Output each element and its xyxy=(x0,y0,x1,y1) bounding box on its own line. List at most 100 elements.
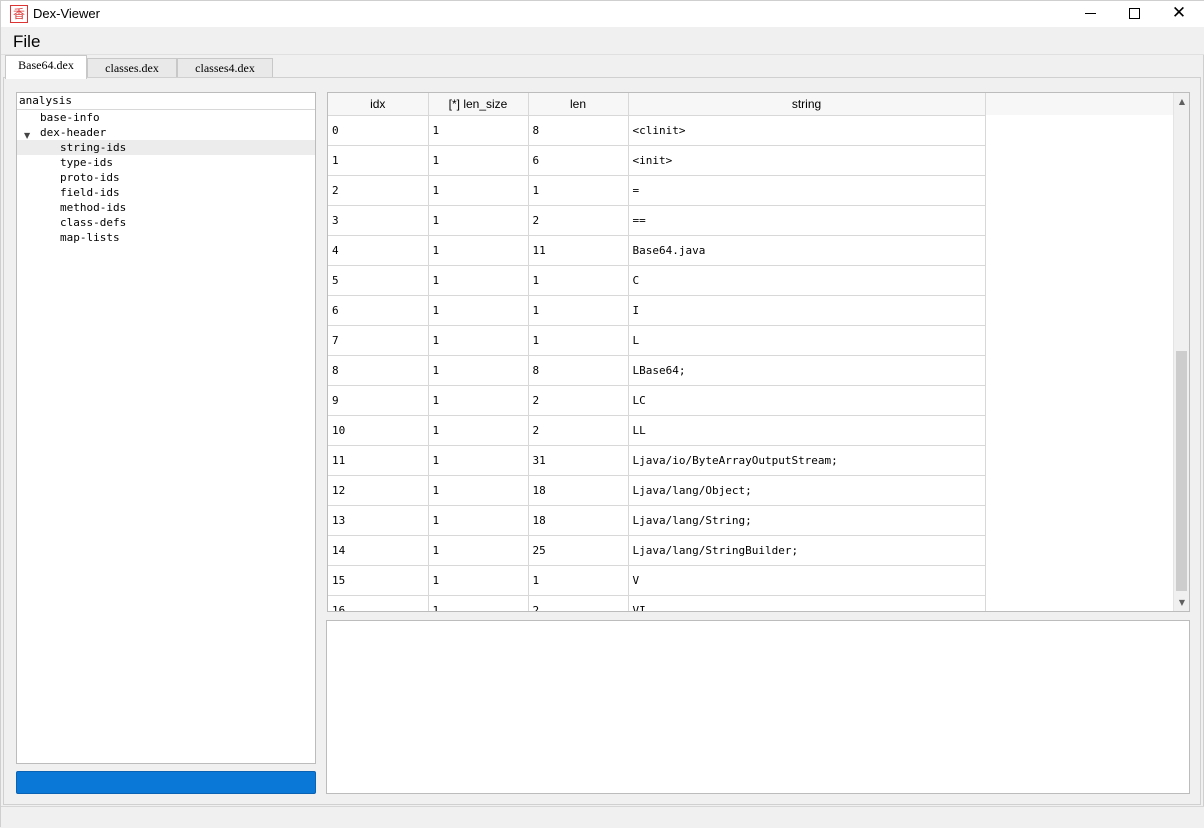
table-row[interactable]: 4 1 11 Base64.java xyxy=(328,235,986,266)
cell-len-size[interactable]: 1 xyxy=(428,505,529,536)
cell-idx[interactable]: 9 xyxy=(328,385,429,416)
tree-item-field-ids[interactable]: field-ids xyxy=(17,185,315,200)
cell-len[interactable]: 1 xyxy=(528,265,629,296)
column-header-string[interactable]: string xyxy=(628,93,986,116)
table-row[interactable]: 0 1 8 <clinit> xyxy=(328,115,986,146)
table-row[interactable]: 15 1 1 V xyxy=(328,565,986,596)
cell-len-size[interactable]: 1 xyxy=(428,295,529,326)
tab-base64-dex[interactable]: Base64.dex xyxy=(5,55,87,79)
cell-idx[interactable]: 12 xyxy=(328,475,429,506)
cell-len[interactable]: 1 xyxy=(528,565,629,596)
cell-len[interactable]: 8 xyxy=(528,115,629,146)
cell-idx[interactable]: 16 xyxy=(328,595,429,611)
table-row[interactable]: 9 1 2 LC xyxy=(328,385,986,416)
table-row[interactable]: 8 1 8 LBase64; xyxy=(328,355,986,386)
cell-string[interactable]: == xyxy=(628,205,986,236)
cell-len[interactable]: 1 xyxy=(528,175,629,206)
tree-item-map-lists[interactable]: map-lists xyxy=(17,230,315,245)
tree-item-base-info[interactable]: base-info xyxy=(17,110,315,125)
cell-idx[interactable]: 6 xyxy=(328,295,429,326)
cell-idx[interactable]: 7 xyxy=(328,325,429,356)
cell-string[interactable]: C xyxy=(628,265,986,296)
cell-len-size[interactable]: 1 xyxy=(428,475,529,506)
cell-string[interactable]: Ljava/lang/Object; xyxy=(628,475,986,506)
cell-len-size[interactable]: 1 xyxy=(428,415,529,446)
cell-string[interactable]: LL xyxy=(628,415,986,446)
cell-len[interactable]: 2 xyxy=(528,205,629,236)
cell-len-size[interactable]: 1 xyxy=(428,445,529,476)
table-row[interactable]: 711L xyxy=(328,325,986,356)
cell-idx[interactable]: 0 xyxy=(328,115,429,146)
cell-len-size[interactable]: 1 xyxy=(428,385,529,416)
table-row[interactable]: 511C xyxy=(328,265,986,296)
scroll-up-arrow-icon[interactable]: ▲ xyxy=(1174,93,1190,110)
column-header-len[interactable]: len xyxy=(528,93,629,116)
cell-len[interactable]: 31 xyxy=(528,445,629,476)
table-row[interactable]: 1 1 6 <init> xyxy=(328,145,986,176)
cell-len-size[interactable]: 1 xyxy=(428,265,529,296)
tree-item-method-ids[interactable]: method-ids xyxy=(17,200,315,215)
tab-classes-dex[interactable]: classes.dex xyxy=(87,58,177,78)
cell-idx[interactable]: 1 xyxy=(328,145,429,176)
cell-len-size[interactable]: 1 xyxy=(428,145,529,176)
maximize-button[interactable] xyxy=(1111,1,1157,27)
cell-len[interactable]: 18 xyxy=(528,475,629,506)
cell-len[interactable]: 8 xyxy=(528,355,629,386)
scroll-down-arrow-icon[interactable]: ▼ xyxy=(1174,594,1190,611)
cell-len-size[interactable]: 1 xyxy=(428,205,529,236)
cell-string[interactable]: Ljava/io/ByteArrayOutputStream; xyxy=(628,445,986,476)
cell-idx[interactable]: 14 xyxy=(328,535,429,566)
table-row[interactable]: 13 1 18 Ljava/lang/String; xyxy=(328,505,986,536)
cell-string[interactable]: <clinit> xyxy=(628,115,986,146)
cell-len[interactable]: 6 xyxy=(528,145,629,176)
cell-idx[interactable]: 2 xyxy=(328,175,429,206)
column-header-idx[interactable]: idx xyxy=(328,93,429,116)
minimize-button[interactable] xyxy=(1068,1,1114,27)
cell-len[interactable]: 2 xyxy=(528,415,629,446)
tree-item-class-defs[interactable]: class-defs xyxy=(17,215,315,230)
cell-len-size[interactable]: 1 xyxy=(428,115,529,146)
cell-idx[interactable]: 4 xyxy=(328,235,429,266)
cell-string[interactable]: L xyxy=(628,325,986,356)
tab-classes4-dex[interactable]: classes4.dex xyxy=(177,58,273,78)
analysis-tree[interactable]: analysis base-info ▼ dex-header string-i… xyxy=(16,92,316,764)
table-row[interactable]: 3 1 2 == xyxy=(328,205,986,236)
scrollbar-thumb[interactable] xyxy=(1176,351,1187,591)
string-ids-table[interactable]: idx [*] len_size len string 0 1 8 <clinit> 1… xyxy=(327,92,1190,612)
cell-idx[interactable]: 13 xyxy=(328,505,429,536)
cell-idx[interactable]: 5 xyxy=(328,265,429,296)
tree-item-dex-header[interactable]: ▼ dex-header xyxy=(17,125,315,140)
cell-len[interactable]: 2 xyxy=(528,385,629,416)
tree-header[interactable]: analysis xyxy=(17,93,315,110)
cell-idx[interactable]: 15 xyxy=(328,565,429,596)
cell-len[interactable]: 25 xyxy=(528,535,629,566)
cell-len[interactable]: 11 xyxy=(528,235,629,266)
cell-idx[interactable]: 11 xyxy=(328,445,429,476)
tree-item-type-ids[interactable]: type-ids xyxy=(17,155,315,170)
tree-item-proto-ids[interactable]: proto-ids xyxy=(17,170,315,185)
table-row[interactable]: 12 1 18 Ljava/lang/Object; xyxy=(328,475,986,506)
cell-len[interactable]: 18 xyxy=(528,505,629,536)
cell-string[interactable]: Base64.java xyxy=(628,235,986,266)
cell-len-size[interactable]: 1 xyxy=(428,355,529,386)
cell-string[interactable]: VI xyxy=(628,595,986,611)
table-row[interactable]: 10 1 2 LL xyxy=(328,415,986,446)
cell-string[interactable]: LC xyxy=(628,385,986,416)
cell-idx[interactable]: 3 xyxy=(328,205,429,236)
cell-string[interactable]: Ljava/lang/StringBuilder; xyxy=(628,535,986,566)
cell-len-size[interactable]: 1 xyxy=(428,565,529,596)
cell-len-size[interactable]: 1 xyxy=(428,535,529,566)
table-row[interactable]: 611I xyxy=(328,295,986,326)
cell-len-size[interactable]: 1 xyxy=(428,175,529,206)
cell-len-size[interactable]: 1 xyxy=(428,325,529,356)
table-vertical-scrollbar[interactable]: ▲ ▼ xyxy=(1173,93,1189,611)
table-row[interactable]: 14 1 25 Ljava/lang/StringBuilder; xyxy=(328,535,986,566)
title-bar[interactable]: 香 Dex-Viewer ✕ xyxy=(1,1,1204,27)
cell-idx[interactable]: 8 xyxy=(328,355,429,386)
cell-string[interactable]: Ljava/lang/String; xyxy=(628,505,986,536)
column-header-len-size[interactable]: [*] len_size xyxy=(428,93,529,116)
cell-idx[interactable]: 10 xyxy=(328,415,429,446)
cell-string[interactable]: V xyxy=(628,565,986,596)
table-row[interactable]: 16 1 2 VI xyxy=(328,595,986,611)
cell-len[interactable]: 1 xyxy=(528,325,629,356)
